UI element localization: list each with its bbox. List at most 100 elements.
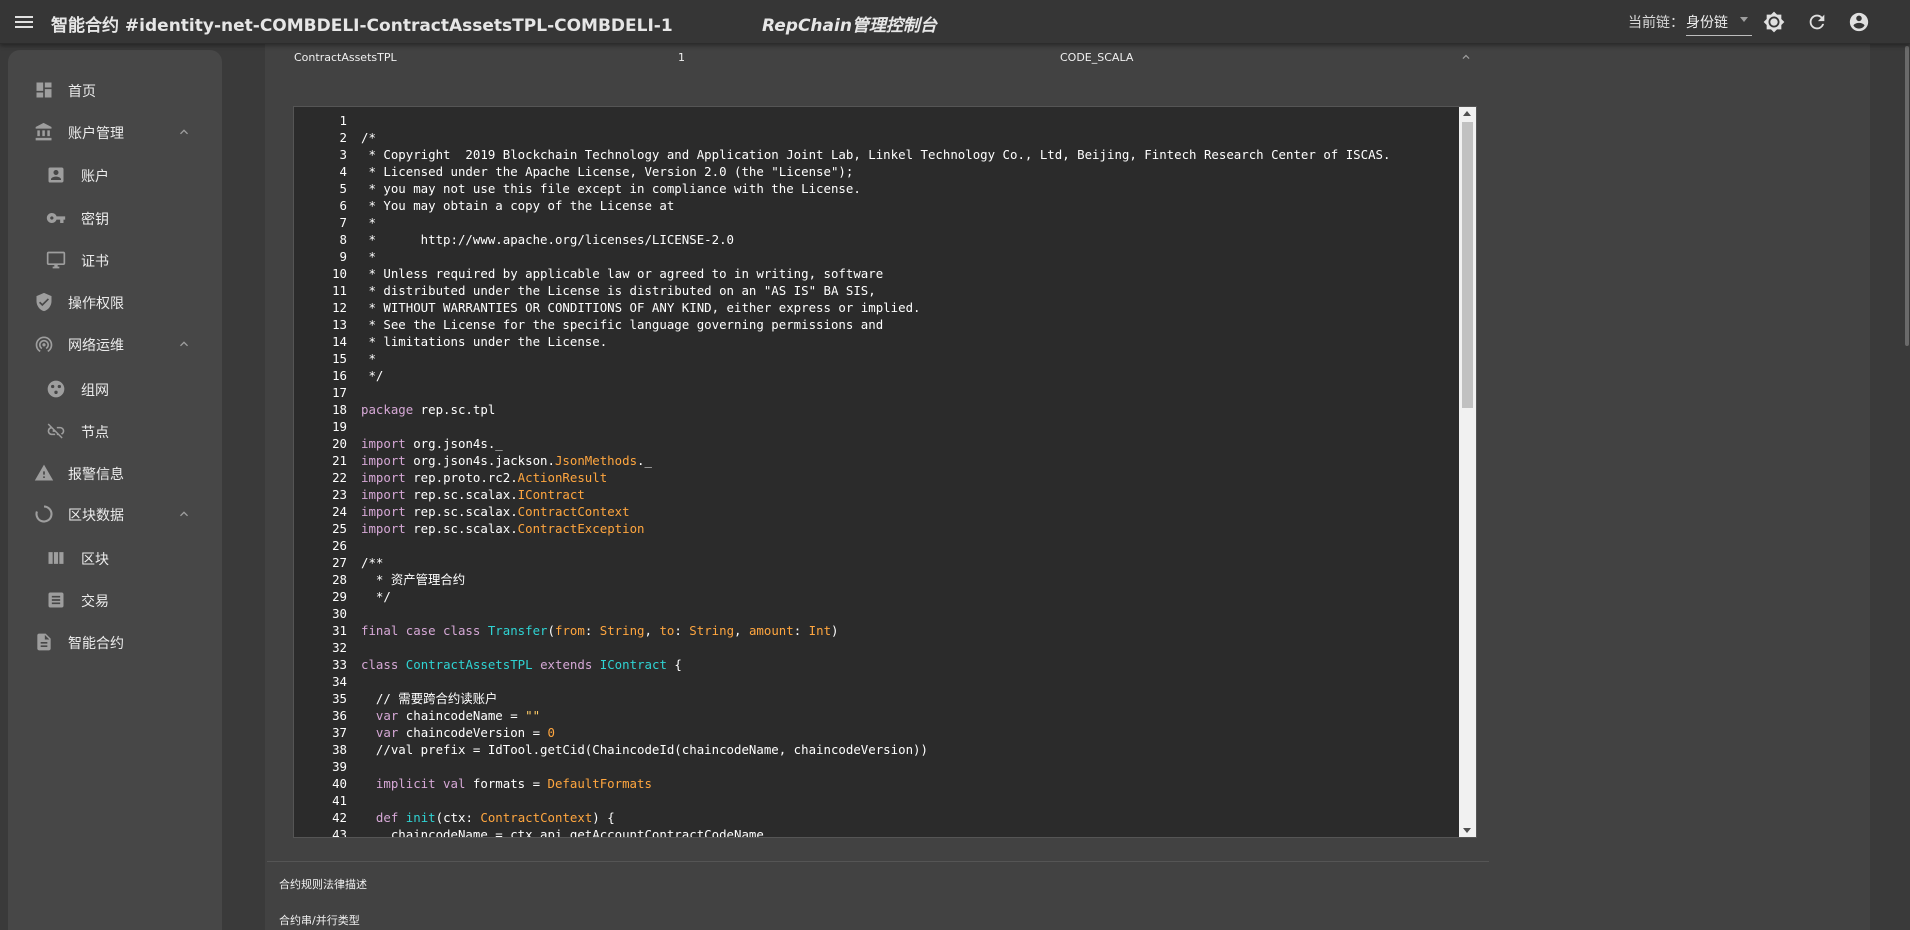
chevron-up-icon (176, 336, 192, 352)
legal-description-label: 合约规则法律描述 (279, 878, 367, 891)
code-line: 11 * distributed under the License is di… (294, 282, 1454, 299)
line-number: 32 (332, 640, 347, 655)
line-number: 14 (332, 334, 347, 349)
chevron-up-icon[interactable] (1459, 50, 1473, 64)
code-text: import org.json4s.jackson.JsonMethods._ (361, 453, 652, 468)
line-number: 6 (339, 198, 347, 213)
sidebar-item-label: 证书 (81, 254, 109, 270)
chevron-up-icon (176, 124, 192, 140)
line-number: 7 (339, 215, 347, 230)
line-number: 27 (332, 555, 347, 570)
shield-icon (34, 292, 54, 312)
scroll-down-icon[interactable] (1463, 828, 1471, 833)
list-icon (46, 590, 66, 610)
code-viewer[interactable]: 1 2/* 3 * Copyright 2019 Blockchain Techno… (293, 106, 1477, 838)
sidebar-item-block-data[interactable]: 区块数据 (8, 496, 222, 532)
code-line: 3 * Copyright 2019 Blockchain Technology… (294, 146, 1454, 163)
line-number: 42 (332, 810, 347, 825)
code-line: 33 class ContractAssetsTPL extends IContr… (294, 656, 1454, 673)
line-number: 37 (332, 725, 347, 740)
menu-icon[interactable] (14, 12, 34, 32)
sidebar-item-keys[interactable]: 密钥 (8, 200, 222, 236)
app-bar: 智能合约 #identity-net-COMBDELI-ContractAsse… (0, 0, 1910, 44)
contract-version: 1 (678, 51, 685, 64)
sidebar-item-network-ops[interactable]: 网络运维 (8, 326, 222, 362)
sidebar-item-blocks[interactable]: 区块 (8, 540, 222, 576)
chain-select[interactable]: 身份链 (1686, 10, 1752, 36)
refresh-icon[interactable] (1806, 11, 1828, 33)
brand-title: RepChain管理控制台 (762, 16, 937, 36)
chevron-up-icon (176, 506, 192, 522)
code-text: /* (361, 130, 376, 145)
code-line: 24 import rep.sc.scalax.ContractContext (294, 503, 1454, 520)
scroll-up-icon[interactable] (1463, 111, 1471, 116)
line-number: 24 (332, 504, 347, 519)
code-text: // 需要跨合约读账户 (361, 691, 498, 706)
code-scrollbar-thumb[interactable] (1462, 122, 1473, 408)
sidebar-item-label: 区块数据 (68, 508, 124, 524)
brightness-icon[interactable] (1763, 11, 1785, 33)
contract-header-row[interactable]: ContractAssetsTPL 1 CODE_SCALA (267, 44, 1489, 72)
code-line: 20 import org.json4s._ (294, 435, 1454, 452)
code-line: 29 */ (294, 588, 1454, 605)
code-text: * http://www.apache.org/licenses/LICENSE… (361, 232, 734, 247)
code-line: 17 (294, 384, 1454, 401)
sidebar-item-account-management[interactable]: 账户管理 (8, 114, 222, 150)
code-text: def init(ctx: ContractContext) { (361, 810, 615, 825)
code-line: 42 def init(ctx: ContractContext) { (294, 809, 1454, 826)
code-line: 25 import rep.sc.scalax.ContractException (294, 520, 1454, 537)
code-text: import rep.sc.scalax.ContractException (361, 521, 645, 536)
sidebar-item-label: 密钥 (81, 212, 109, 228)
line-number: 35 (332, 691, 347, 706)
monitor-icon (46, 250, 66, 270)
sidebar-item-label: 区块 (81, 552, 109, 568)
line-number: 2 (339, 130, 347, 145)
page-scrollbar-thumb[interactable] (1905, 46, 1909, 346)
sidebar-item-certificates[interactable]: 证书 (8, 242, 222, 278)
sidebar-item-smart-contracts[interactable]: 智能合约 (8, 624, 222, 660)
code-text: * (361, 215, 376, 230)
sidebar-item-home[interactable]: 首页 (8, 72, 222, 108)
chain-label: 当前链： (1628, 15, 1684, 31)
serial-type-label: 合约串/并行类型 (279, 914, 360, 927)
code-line: 21 import org.json4s.jackson.JsonMethods.… (294, 452, 1454, 469)
code-line: 36 var chaincodeName = "" (294, 707, 1454, 724)
sidebar-item-permissions[interactable]: 操作权限 (8, 284, 222, 320)
code-line: 14 * limitations under the License. (294, 333, 1454, 350)
sidebar-item-network[interactable]: 组网 (8, 371, 222, 407)
warning-icon (34, 463, 54, 483)
code-text: final case class Transfer(from: String, … (361, 623, 839, 638)
line-number: 21 (332, 453, 347, 468)
line-number: 29 (332, 589, 347, 604)
columns-icon (46, 548, 66, 568)
line-number: 33 (332, 657, 347, 672)
code-text: */ (361, 589, 391, 604)
code-text: * (361, 249, 376, 264)
account-circle-icon[interactable] (1848, 11, 1870, 33)
sidebar-item-nodes[interactable]: 节点 (8, 413, 222, 449)
code-text: * 资产管理合约 (361, 572, 466, 587)
code-line: 12 * WITHOUT WARRANTIES OR CONDITIONS OF… (294, 299, 1454, 316)
line-number: 3 (339, 147, 347, 162)
sidebar-item-alerts[interactable]: 报警信息 (8, 455, 222, 491)
code-line: 27 /** (294, 554, 1454, 571)
code-text: implicit val formats = DefaultFormats (361, 776, 652, 791)
code-lines: 1 2/* 3 * Copyright 2019 Blockchain Techno… (294, 112, 1454, 837)
line-number: 31 (332, 623, 347, 638)
line-number: 20 (332, 436, 347, 451)
code-text: * WITHOUT WARRANTIES OR CONDITIONS OF AN… (361, 300, 921, 315)
line-number: 4 (339, 164, 347, 179)
sidebar-item-label: 组网 (81, 383, 109, 399)
code-line: 10 * Unless required by applicable law o… (294, 265, 1454, 282)
document-icon (34, 632, 54, 652)
sidebar-item-transactions[interactable]: 交易 (8, 582, 222, 618)
line-number: 36 (332, 708, 347, 723)
line-number: 8 (339, 232, 347, 247)
code-text: * Licensed under the Apache License, Ver… (361, 164, 854, 179)
sidebar-item-accounts[interactable]: 账户 (8, 157, 222, 193)
bank-icon (34, 122, 54, 142)
line-number: 23 (332, 487, 347, 502)
sidebar-item-label: 首页 (68, 84, 96, 100)
code-scrollbar[interactable] (1459, 107, 1476, 837)
code-text: * you may not use this file except in co… (361, 181, 861, 196)
